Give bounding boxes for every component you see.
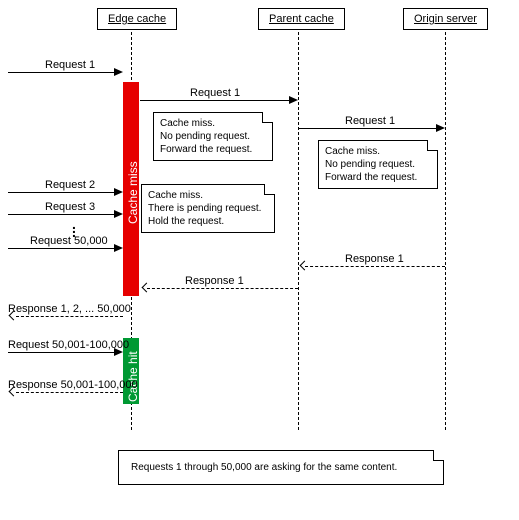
arrow bbox=[16, 316, 123, 317]
note-line: Cache miss. bbox=[325, 146, 380, 157]
msg-resp1-parent: Response 1 bbox=[345, 253, 404, 265]
note-line: Cache miss. bbox=[148, 190, 203, 201]
arrow bbox=[8, 214, 114, 215]
arrowhead-icon bbox=[114, 68, 123, 76]
participant-edge-cache: Edge cache bbox=[97, 8, 177, 30]
msg-resp1-edge: Response 1 bbox=[185, 275, 244, 287]
arrowhead-icon bbox=[142, 283, 152, 293]
msg-req1-edge: Request 1 bbox=[45, 59, 95, 71]
participant-label: Origin server bbox=[414, 13, 477, 25]
arrow bbox=[8, 352, 114, 353]
participant-parent-cache: Parent cache bbox=[258, 8, 345, 30]
activation-label-hit: Cache hit bbox=[126, 342, 140, 402]
participant-label: Parent cache bbox=[269, 13, 334, 25]
sequence-diagram: Edge cache Parent cache Origin server Ca… bbox=[0, 0, 519, 520]
activation-label-miss: Cache miss bbox=[126, 154, 140, 224]
arrow bbox=[305, 266, 445, 267]
note-line: Forward the request. bbox=[160, 144, 252, 155]
msg-req3: Request 3 bbox=[45, 201, 95, 213]
arrowhead-icon bbox=[436, 124, 445, 132]
msg-req50000: Request 50,000 bbox=[30, 235, 108, 247]
msg-req2: Request 2 bbox=[45, 179, 95, 191]
note-line: No pending request. bbox=[160, 131, 250, 142]
note-line: Requests 1 through 50,000 are asking for… bbox=[131, 462, 397, 473]
arrow bbox=[140, 100, 289, 101]
msg-resp-all: Response 1, 2, ... 50,000 bbox=[8, 303, 131, 315]
msg-req1-origin: Request 1 bbox=[345, 115, 395, 127]
note-edge-pending: Cache miss. There is pending request. Ho… bbox=[141, 184, 275, 233]
note-line: Cache miss. bbox=[160, 118, 215, 129]
lifeline-origin bbox=[445, 32, 446, 430]
note-footer: Requests 1 through 50,000 are asking for… bbox=[118, 450, 444, 485]
arrowhead-icon bbox=[114, 348, 123, 356]
note-origin-miss: Cache miss. No pending request. Forward … bbox=[318, 140, 438, 189]
arrow bbox=[8, 248, 114, 249]
arrowhead-icon bbox=[300, 261, 310, 271]
participant-label: Edge cache bbox=[108, 13, 166, 25]
arrow bbox=[147, 288, 298, 289]
arrowhead-icon bbox=[114, 210, 123, 218]
note-line: Forward the request. bbox=[325, 172, 417, 183]
arrowhead-icon bbox=[289, 96, 298, 104]
arrow bbox=[16, 392, 123, 393]
msg-req1-parent: Request 1 bbox=[190, 87, 240, 99]
msg-req-second-batch: Request 50,001-100,000 bbox=[8, 339, 129, 351]
activation-cache-miss: Cache miss bbox=[123, 82, 139, 296]
arrowhead-icon bbox=[114, 244, 123, 252]
arrow bbox=[298, 128, 436, 129]
arrowhead-icon bbox=[114, 188, 123, 196]
note-line: No pending request. bbox=[325, 159, 415, 170]
note-line: There is pending request. bbox=[148, 203, 261, 214]
participant-origin-server: Origin server bbox=[403, 8, 488, 30]
arrow bbox=[8, 192, 114, 193]
msg-resp-second-batch: Response 50,001-100,000 bbox=[8, 379, 138, 391]
ellipsis-icon: ... bbox=[72, 222, 76, 234]
arrow bbox=[8, 72, 121, 73]
note-parent-miss: Cache miss. No pending request. Forward … bbox=[153, 112, 273, 161]
note-line: Hold the request. bbox=[148, 216, 224, 227]
lifeline-parent bbox=[298, 32, 299, 430]
